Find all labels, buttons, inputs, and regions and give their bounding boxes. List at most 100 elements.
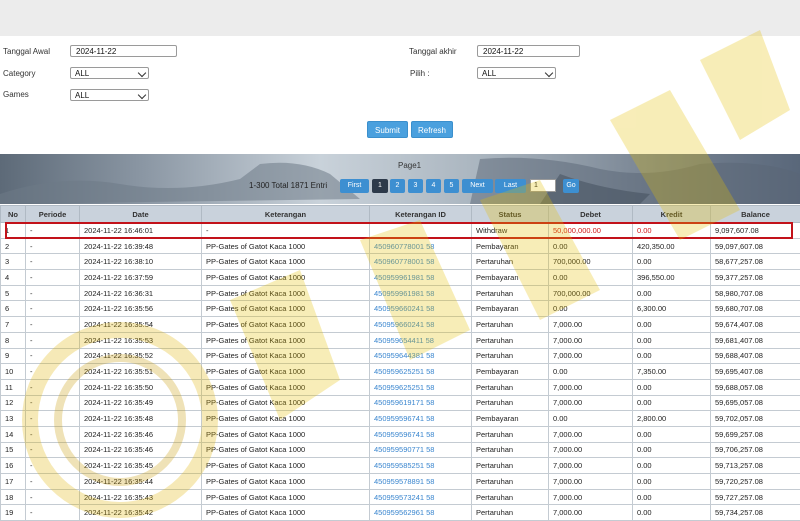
table-cell: 0.00: [633, 317, 711, 333]
first-page-button[interactable]: First: [340, 179, 369, 193]
table-cell: 7,000.00: [549, 379, 633, 395]
table-row: 2-2024-11-22 16:39:48PP-Gates of Gatot K…: [1, 238, 800, 254]
table-cell: 7,000.00: [549, 317, 633, 333]
table-cell: 0.00: [633, 489, 711, 505]
table-cell: 4: [1, 270, 26, 286]
table-cell[interactable]: 450959596741 58: [370, 426, 472, 442]
submit-button[interactable]: Submit: [367, 121, 408, 138]
chevron-down-icon: [138, 69, 146, 77]
table-cell[interactable]: 450959961981 58: [370, 270, 472, 286]
table-cell: 2024-11-22 16:46:01: [80, 223, 202, 239]
table-row: 9-2024-11-22 16:35:52PP-Gates of Gatot K…: [1, 348, 800, 364]
table-cell[interactable]: 450959660241 58: [370, 301, 472, 317]
table-cell[interactable]: 450960778001 58: [370, 238, 472, 254]
page-1-button[interactable]: 1: [372, 179, 388, 193]
table-cell: 59,727,257.08: [711, 489, 800, 505]
table-cell: -: [26, 489, 80, 505]
table-cell[interactable]: 450959573241 58: [370, 489, 472, 505]
table-cell: Pertaruhan: [472, 442, 549, 458]
table-cell[interactable]: 450959590771 58: [370, 442, 472, 458]
table-cell: 0.00: [633, 285, 711, 301]
page-number-input[interactable]: 1: [530, 179, 556, 192]
tanggal-akhir-input[interactable]: 2024-11-22: [477, 45, 580, 57]
table-cell: 59,713,257.08: [711, 458, 800, 474]
table-cell: Pertaruhan: [472, 348, 549, 364]
table-cell: 7,000.00: [549, 395, 633, 411]
games-select[interactable]: ALL: [70, 89, 149, 101]
table-cell: 2024-11-22 16:35:42: [80, 505, 202, 521]
table-cell: Withdraw: [472, 223, 549, 239]
table-cell: -: [26, 426, 80, 442]
table-cell: -: [26, 332, 80, 348]
transactions-table: NoPeriodeDateKeteranganKeterangan IDStat…: [0, 205, 800, 521]
table-cell[interactable]: 450959961981 58: [370, 285, 472, 301]
table-cell: 0.00: [549, 411, 633, 427]
table-cell: Pertaruhan: [472, 395, 549, 411]
table-cell: -: [26, 270, 80, 286]
table-row: 15-2024-11-22 16:35:46PP-Gates of Gatot …: [1, 442, 800, 458]
table-cell[interactable]: 450959585251 58: [370, 458, 472, 474]
table-cell: 59,681,407.08: [711, 332, 800, 348]
chevron-down-icon: [138, 91, 146, 99]
table-cell: 2024-11-22 16:35:51: [80, 364, 202, 380]
table-cell: 10: [1, 364, 26, 380]
table-cell: 0.00: [633, 379, 711, 395]
table-cell: 0.00: [633, 348, 711, 364]
page-3-button[interactable]: 3: [408, 179, 423, 193]
page-5-button[interactable]: 5: [444, 179, 459, 193]
table-cell[interactable]: 450959625251 58: [370, 379, 472, 395]
table-cell: 15: [1, 442, 26, 458]
table-cell[interactable]: 450959660241 58: [370, 317, 472, 333]
table-cell: 9,097,607.08: [711, 223, 800, 239]
table-row: 3-2024-11-22 16:38:10PP-Gates of Gatot K…: [1, 254, 800, 270]
table-cell: 0.00: [633, 505, 711, 521]
column-header: Keterangan ID: [370, 206, 472, 223]
table-cell: 2024-11-22 16:37:59: [80, 270, 202, 286]
table-cell: -: [26, 301, 80, 317]
column-header: Kredit: [633, 206, 711, 223]
table-cell: 2024-11-22 16:35:46: [80, 442, 202, 458]
table-cell: Pertaruhan: [472, 379, 549, 395]
column-header: Balance: [711, 206, 800, 223]
table-cell[interactable]: 450960778001 58: [370, 254, 472, 270]
table-cell: Pertaruhan: [472, 474, 549, 490]
tanggal-awal-label: Tanggal Awal: [3, 47, 50, 56]
tanggal-akhir-label: Tanggal akhir: [409, 47, 457, 56]
table-cell: 7,000.00: [549, 474, 633, 490]
pilih-label: Pilih :: [410, 69, 430, 78]
table-cell: PP-Gates of Gatot Kaca 1000: [202, 348, 370, 364]
pilih-select[interactable]: ALL: [477, 67, 556, 79]
table-cell[interactable]: 450959562961 58: [370, 505, 472, 521]
table-row: 1-2024-11-22 16:46:01-Withdraw50,000,000…: [1, 223, 800, 239]
table-cell[interactable]: 450959654411 58: [370, 332, 472, 348]
table-cell: 6,300.00: [633, 301, 711, 317]
table-row: 12-2024-11-22 16:35:49PP-Gates of Gatot …: [1, 395, 800, 411]
page-4-button[interactable]: 4: [426, 179, 441, 193]
table-cell: 0.00: [633, 442, 711, 458]
table-cell: Pertaruhan: [472, 505, 549, 521]
table-row: 10-2024-11-22 16:35:51PP-Gates of Gatot …: [1, 364, 800, 380]
table-cell: 0.00: [633, 223, 711, 239]
category-select[interactable]: ALL: [70, 67, 149, 79]
table-cell[interactable]: 450959644381 58: [370, 348, 472, 364]
table-cell: 2,800.00: [633, 411, 711, 427]
page-2-button[interactable]: 2: [390, 179, 405, 193]
table-cell: 59,695,057.08: [711, 395, 800, 411]
last-page-button[interactable]: Last: [495, 179, 526, 193]
refresh-button[interactable]: Refresh: [411, 121, 453, 138]
table-cell: [370, 223, 472, 239]
table-cell: 2024-11-22 16:36:31: [80, 285, 202, 301]
table-cell[interactable]: 450959578891 58: [370, 474, 472, 490]
table-cell[interactable]: 450959619171 58: [370, 395, 472, 411]
chevron-down-icon: [545, 69, 553, 77]
table-cell: Pertaruhan: [472, 332, 549, 348]
tanggal-awal-input[interactable]: 2024-11-22: [70, 45, 177, 57]
table-row: 14-2024-11-22 16:35:46PP-Gates of Gatot …: [1, 426, 800, 442]
next-page-button[interactable]: Next: [462, 179, 493, 193]
go-button[interactable]: Go: [563, 179, 579, 193]
table-cell[interactable]: 450959596741 58: [370, 411, 472, 427]
table-cell: -: [26, 442, 80, 458]
table-cell[interactable]: 450959625251 58: [370, 364, 472, 380]
table-cell: 7,000.00: [549, 505, 633, 521]
table-cell: 2024-11-22 16:35:49: [80, 395, 202, 411]
